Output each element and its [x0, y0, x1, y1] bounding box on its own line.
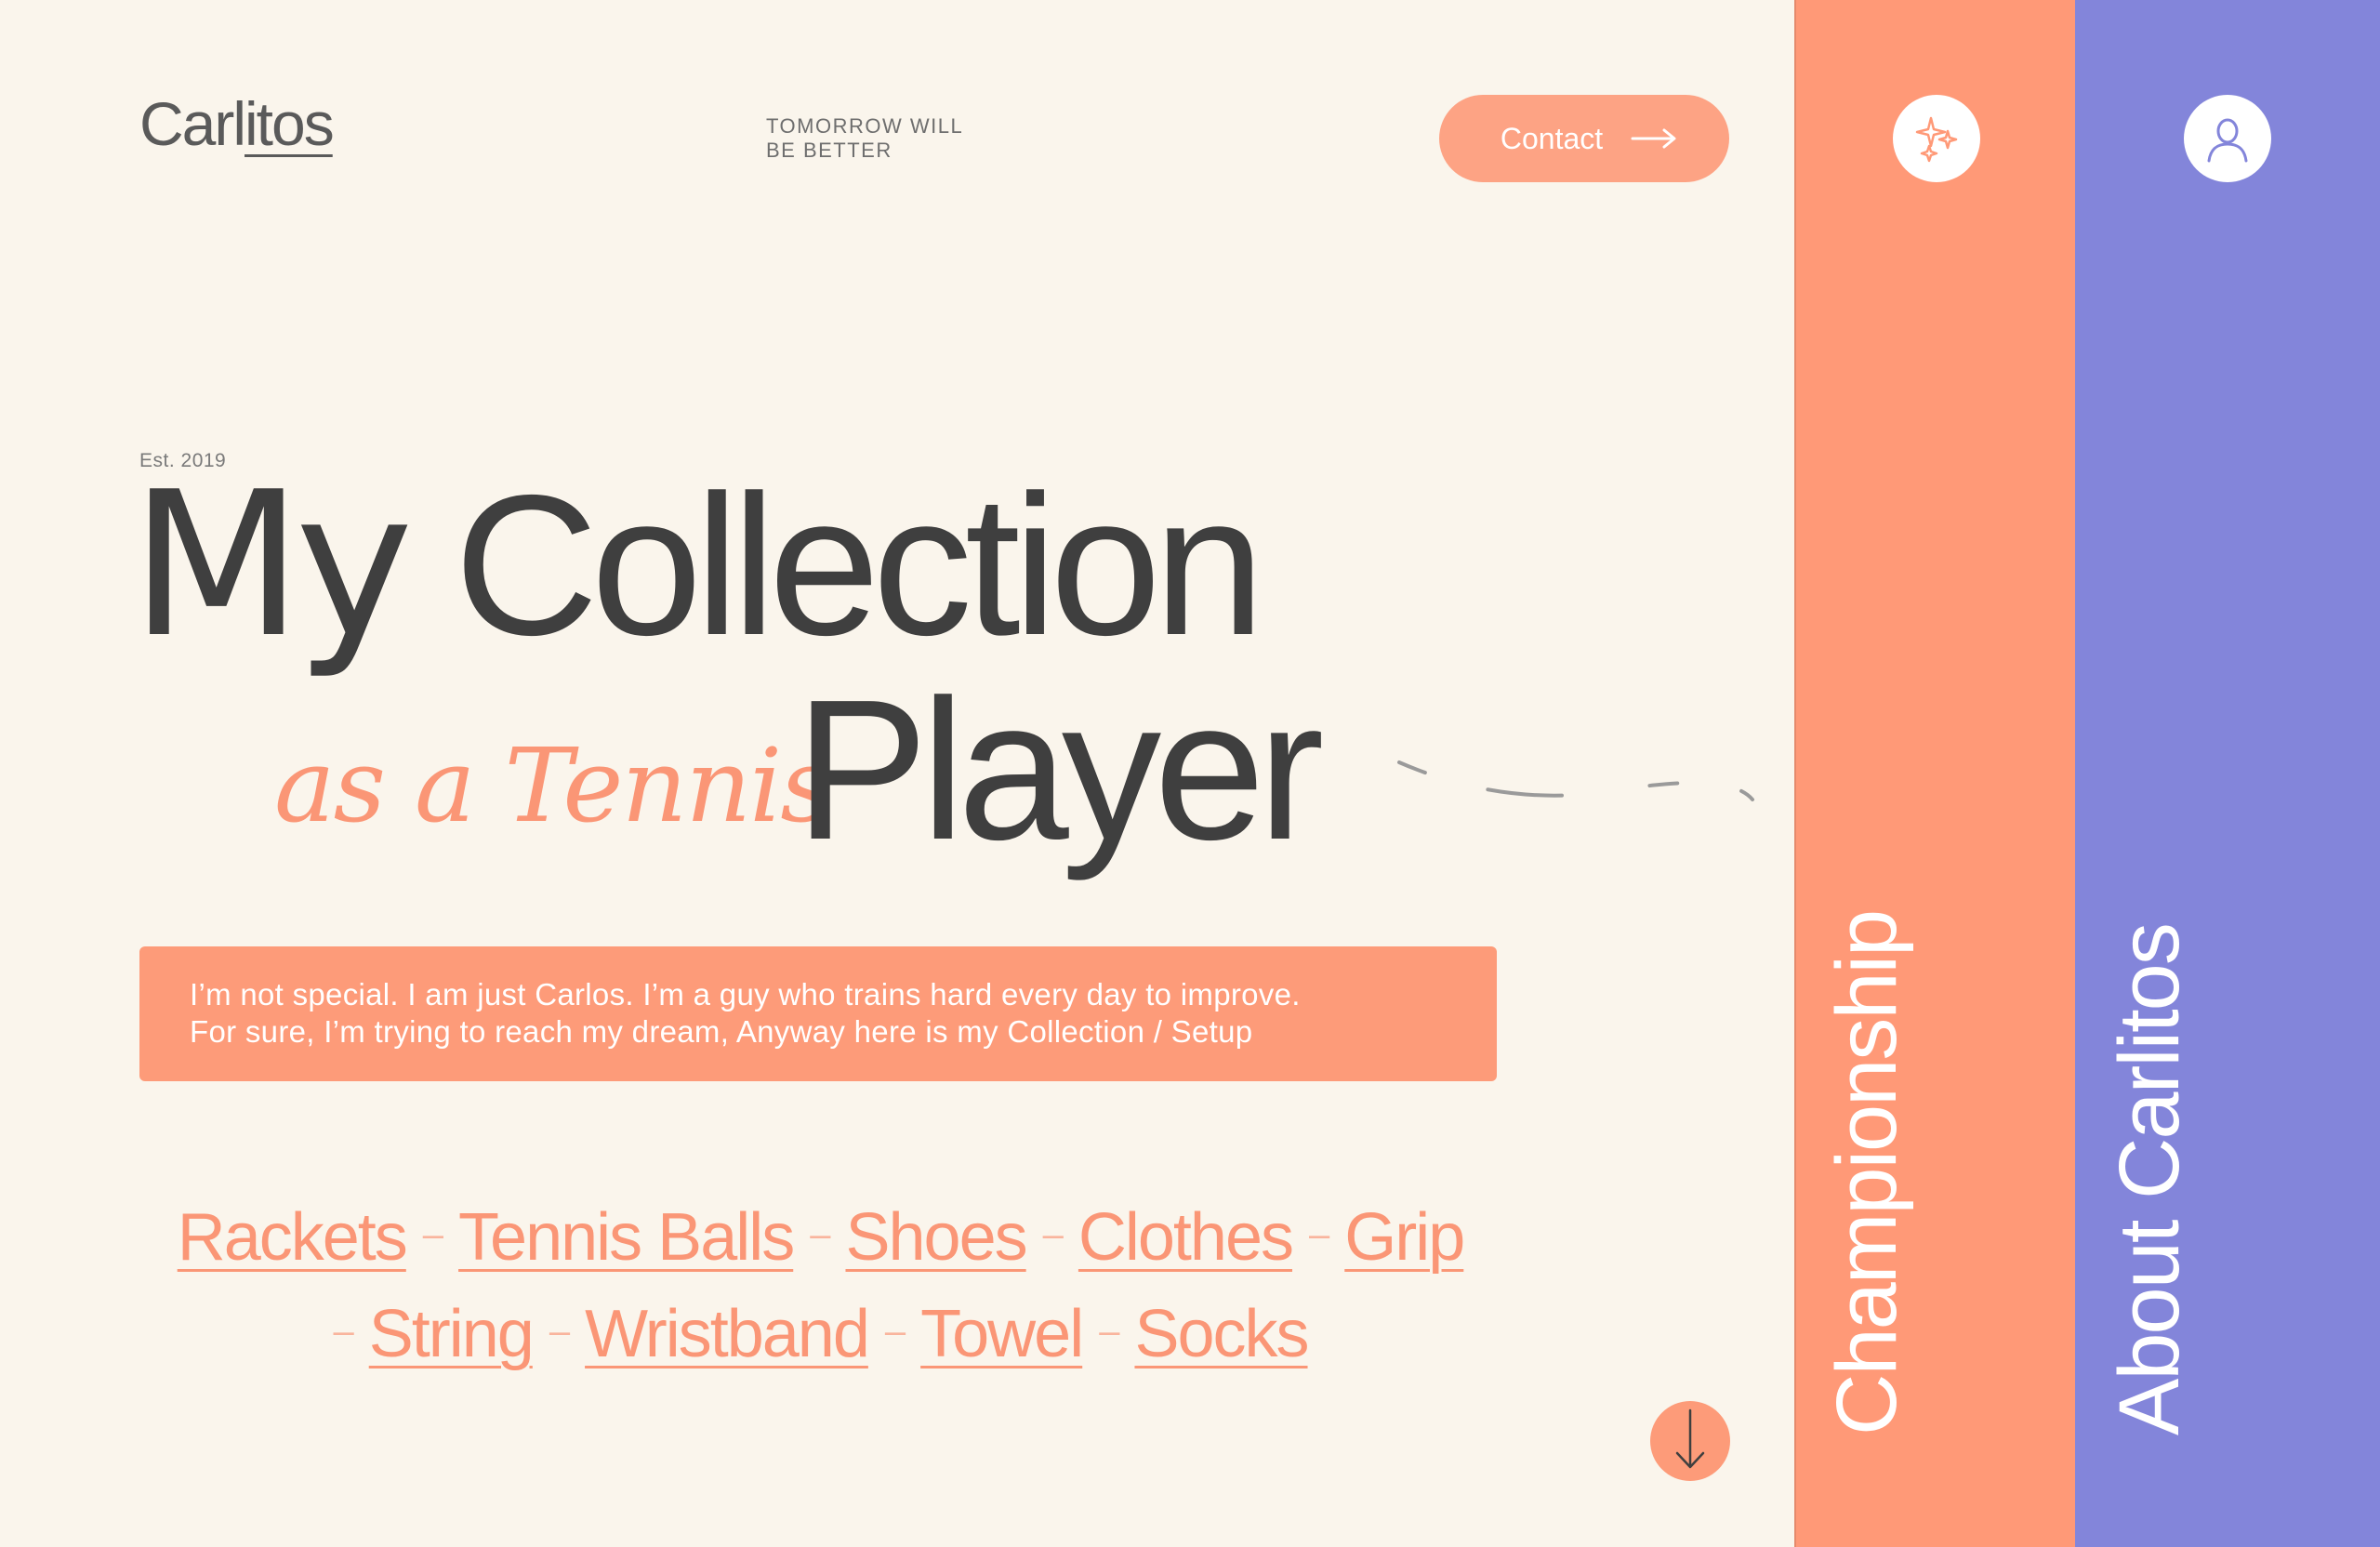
category-link-socks[interactable]: Socks — [1134, 1296, 1309, 1372]
headline-my: My — [130, 448, 414, 681]
main-content: Carlitos TOMORROW WILL BE BETTER Contact… — [0, 0, 1794, 1547]
headline-collection: Collection — [454, 453, 1264, 677]
separator: – — [549, 1311, 570, 1352]
tagline-line2: BE BETTER — [766, 139, 892, 162]
logo-prefix: Carl — [139, 89, 246, 158]
about-label: About Carlitos — [2102, 924, 2197, 1435]
separator: – — [810, 1214, 830, 1255]
headline-line2: Player — [795, 657, 1324, 881]
category-link-clothes[interactable]: Clothes — [1078, 1199, 1294, 1276]
category-link-tennis-balls[interactable]: Tennis Balls — [458, 1199, 795, 1276]
sparkles-icon[interactable] — [1893, 95, 1980, 182]
category-link-string[interactable]: String — [369, 1296, 535, 1372]
headline-line1: My Collection — [130, 465, 1265, 665]
category-row-2: – String – Wristband – Towel – Socks — [0, 1296, 1641, 1393]
dashed-swoosh-decoration — [1395, 753, 1757, 823]
separator: – — [884, 1311, 906, 1352]
category-link-wristband[interactable]: Wristband — [585, 1296, 870, 1372]
category-link-grip[interactable]: Grip — [1344, 1199, 1465, 1276]
championship-label: Championship — [1819, 910, 1914, 1435]
category-link-towel[interactable]: Towel — [920, 1296, 1084, 1372]
intro-box: I’m not special. I am just Carlos. I’m a… — [139, 946, 1497, 1081]
separator: – — [1099, 1311, 1119, 1352]
logo-underlined: itos — [245, 89, 335, 158]
arrow-down-icon — [1672, 1407, 1709, 1476]
intro-line1: I’m not special. I am just Carlos. I’m a… — [190, 977, 1301, 1012]
logo[interactable]: Carlitos — [139, 93, 335, 154]
about-panel[interactable]: About Carlitos — [2075, 0, 2380, 1547]
user-icon[interactable] — [2184, 95, 2271, 182]
category-link-rackets[interactable]: Rackets — [178, 1199, 408, 1276]
separator: – — [1309, 1214, 1329, 1255]
separator: – — [422, 1214, 443, 1255]
headline-script: as a Tennis — [274, 726, 833, 845]
championship-panel[interactable]: Championship — [1794, 0, 2075, 1547]
separator: – — [333, 1311, 353, 1352]
arrow-right-icon — [1631, 127, 1677, 150]
tagline-line1: TOMORROW WILL — [766, 114, 964, 138]
intro-line2: For sure, I’m trying to reach my dream, … — [190, 1014, 1253, 1049]
tagline: TOMORROW WILL BE BETTER — [766, 114, 1008, 163]
category-link-shoes[interactable]: Shoes — [845, 1199, 1027, 1276]
scroll-down-button[interactable] — [1650, 1401, 1730, 1481]
category-row-1: Rackets – Tennis Balls – Shoes – Clothes… — [0, 1199, 1641, 1296]
contact-button[interactable]: Contact — [1439, 95, 1729, 182]
contact-label: Contact — [1500, 121, 1604, 155]
category-links: Rackets – Tennis Balls – Shoes – Clothes… — [0, 1199, 1641, 1393]
separator: – — [1042, 1214, 1064, 1255]
